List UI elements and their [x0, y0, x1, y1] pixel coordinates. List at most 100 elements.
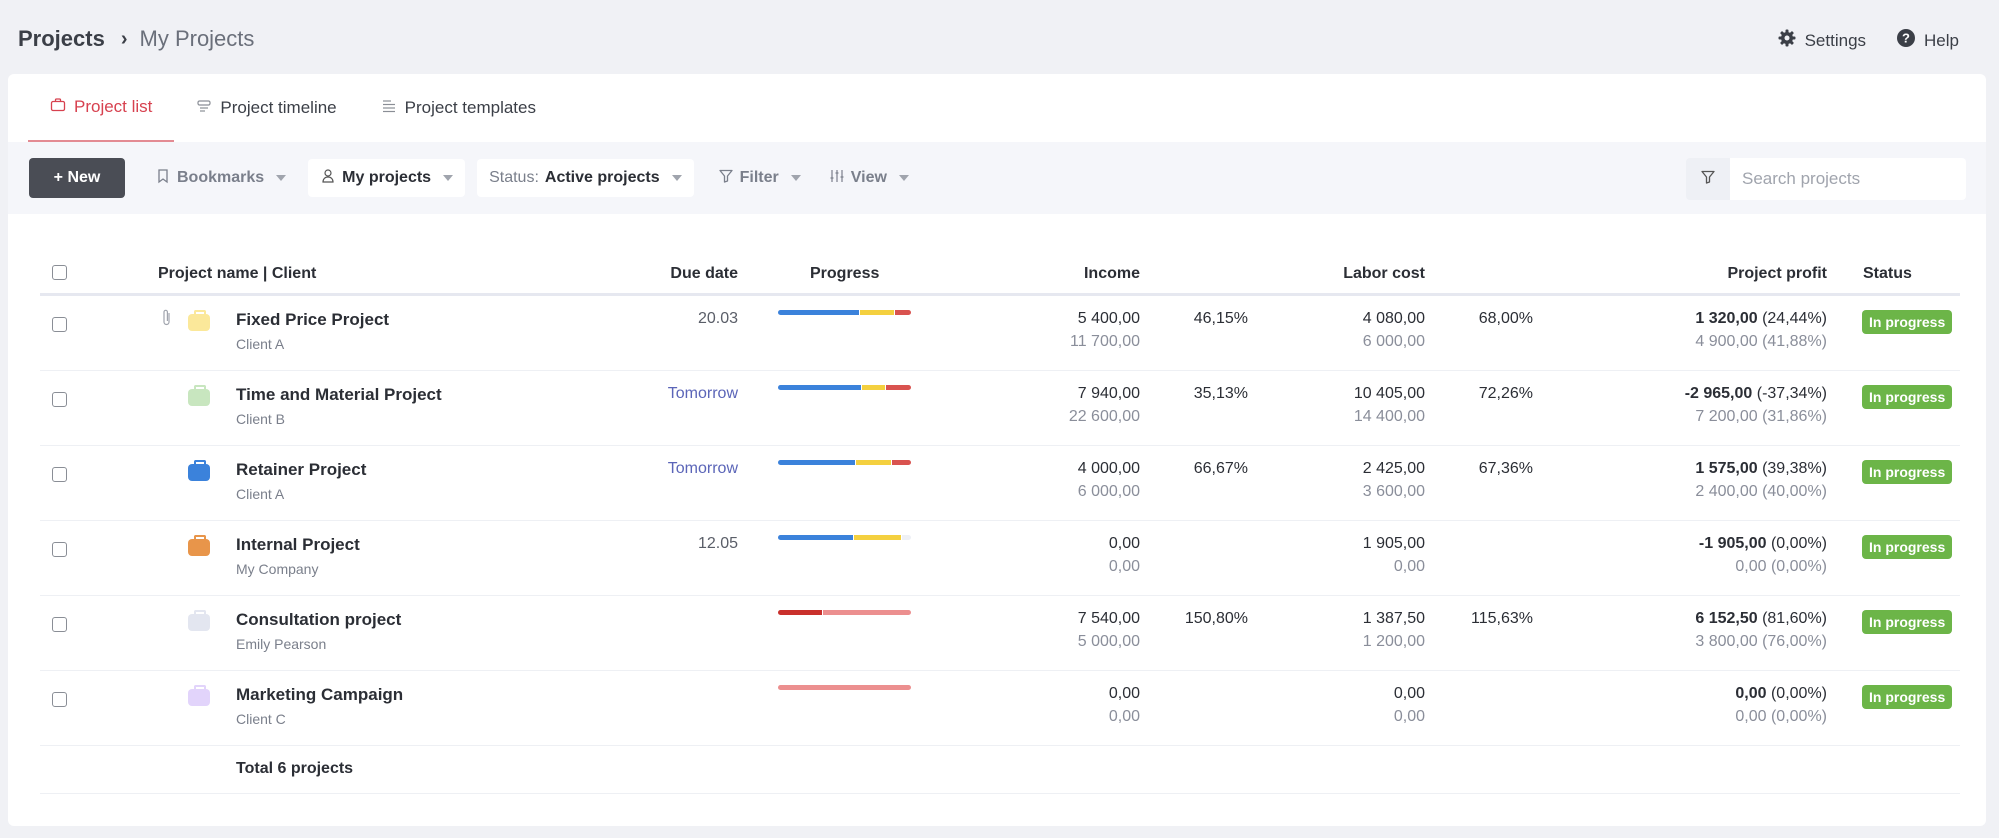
row-checkbox[interactable]: [52, 617, 67, 632]
chevron-down-icon: [276, 175, 287, 181]
chevron-down-icon: [443, 175, 454, 181]
filter-label: Filter: [739, 169, 779, 186]
bookmarks-dropdown[interactable]: Bookmarks: [155, 168, 287, 189]
progress-segment: [778, 685, 911, 690]
profit-actual: -1 905,00: [1698, 535, 1767, 552]
settings-label: Settings: [1804, 30, 1867, 50]
profit-actual: 0,00: [1735, 685, 1767, 702]
status-badge[interactable]: In progress: [1862, 685, 1953, 709]
income-actual: 4 000,00: [1077, 460, 1140, 477]
labor-percent: 115,63%: [1471, 610, 1533, 627]
project-name[interactable]: Fixed Price Project: [236, 310, 389, 330]
search-filter-button[interactable]: [1686, 158, 1730, 200]
project-name[interactable]: Time and Material Project: [236, 385, 442, 405]
bookmarks-label: Bookmarks: [177, 169, 265, 186]
toolbar: + New Bookmarks My projects Status: Acti…: [8, 142, 1986, 214]
progress-segment: [778, 310, 859, 315]
client-name: Emily Pearson: [236, 636, 327, 652]
row-checkbox[interactable]: [52, 542, 67, 557]
income-actual: 5 400,00: [1077, 310, 1140, 327]
tab-label: Project list: [74, 97, 153, 116]
column-header-status[interactable]: Status: [1863, 265, 1912, 283]
income-actual: 7 540,00: [1077, 610, 1140, 627]
settings-button[interactable]: Settings: [1777, 28, 1866, 53]
filter-dropdown[interactable]: Filter: [718, 168, 801, 189]
status-badge[interactable]: In progress: [1862, 310, 1953, 334]
column-header-profit[interactable]: Project profit: [1727, 265, 1827, 283]
labor-percent: 68,00%: [1478, 310, 1533, 327]
income-percent: 66,67%: [1193, 460, 1248, 477]
due-date: 12.05: [697, 535, 738, 552]
status-badge[interactable]: In progress: [1862, 610, 1953, 634]
row-checkbox[interactable]: [52, 317, 67, 332]
row-checkbox[interactable]: [52, 392, 67, 407]
income-budget: 11 700,00: [1070, 333, 1140, 350]
profit-budget: 2 400,00 (40,00%): [1695, 483, 1827, 500]
labor-budget: 14 400,00: [1353, 408, 1425, 425]
row-checkbox[interactable]: [52, 692, 67, 707]
column-header-due[interactable]: Due date: [670, 265, 738, 283]
view-dropdown[interactable]: View: [829, 168, 909, 189]
total-row: Total 6 projects: [40, 746, 1960, 794]
table-row[interactable]: Consultation project Emily Pearson 7 540,0…: [40, 596, 1960, 671]
profit-percent: (39,38%): [1762, 460, 1827, 477]
search-input[interactable]: [1730, 158, 1966, 200]
progress-segment: [854, 535, 901, 540]
tab-label: Project timeline: [220, 98, 337, 117]
status-badge[interactable]: In progress: [1862, 535, 1953, 559]
column-header-income[interactable]: Income: [1084, 265, 1140, 283]
labor-percent: 67,36%: [1478, 460, 1533, 477]
status-filter-prefix: Status:: [489, 169, 539, 186]
table-row[interactable]: Internal Project My Company 12.05 0,00 0,00 1…: [40, 521, 1960, 596]
progress-segment: [778, 535, 854, 540]
chevron-down-icon: [790, 175, 801, 181]
progress-segment: [901, 535, 911, 540]
progress-segment: [778, 610, 822, 615]
help-icon: ?: [1896, 28, 1916, 53]
profit-actual: 1 320,00: [1695, 310, 1758, 327]
labor-actual: 4 080,00: [1362, 310, 1425, 327]
table-row[interactable]: Fixed Price Project Client A 20.03 5 400,00…: [40, 296, 1960, 371]
project-name[interactable]: Consultation project: [236, 610, 401, 630]
column-header-labor[interactable]: Labor cost: [1343, 265, 1425, 283]
paperclip-icon: [160, 308, 174, 328]
breadcrumb-root[interactable]: Projects: [18, 26, 105, 52]
income-actual: 7 940,00: [1077, 385, 1140, 402]
income-budget: 0,00: [1108, 708, 1140, 725]
column-header-progress[interactable]: Progress: [810, 265, 879, 283]
profit-percent: (0,00%): [1770, 535, 1827, 552]
labor-budget: 0,00: [1393, 558, 1425, 575]
tab-project-list[interactable]: Project list: [28, 74, 175, 142]
owner-filter-dropdown[interactable]: My projects: [308, 159, 466, 197]
top-bar: Projects › My Projects Settings ? Help: [0, 0, 1999, 74]
income-actual: 0,00: [1108, 535, 1140, 552]
tab-project-timeline[interactable]: Project timeline: [174, 74, 358, 142]
help-button[interactable]: ? Help: [1896, 28, 1959, 53]
client-name: Client B: [236, 411, 286, 427]
tab-project-templates[interactable]: Project templates: [359, 74, 558, 142]
total-label: Total 6 projects: [236, 760, 354, 777]
labor-budget: 0,00: [1393, 708, 1425, 725]
status-filter-dropdown[interactable]: Status: Active projects: [477, 159, 694, 197]
client-name: Client A: [236, 336, 285, 352]
project-name[interactable]: Marketing Campaign: [236, 685, 403, 705]
table-row[interactable]: Time and Material Project Client B Tomorro…: [40, 371, 1960, 446]
status-badge[interactable]: In progress: [1862, 460, 1953, 484]
table-row[interactable]: Retainer Project Client A Tomorrow 4 000,00…: [40, 446, 1960, 521]
progress-bar: [778, 310, 911, 315]
income-budget: 0,00: [1108, 558, 1140, 575]
status-badge[interactable]: In progress: [1862, 385, 1953, 409]
table-row[interactable]: Marketing Campaign Client C 0,00 0,00 0,00 0,…: [40, 671, 1960, 746]
project-name[interactable]: Retainer Project: [236, 460, 366, 480]
row-checkbox[interactable]: [52, 467, 67, 482]
project-name[interactable]: Internal Project: [236, 535, 360, 555]
labor-percent: 72,26%: [1478, 385, 1533, 402]
breadcrumb-current: My Projects: [139, 26, 255, 51]
new-project-button[interactable]: + New: [29, 158, 125, 198]
list-icon: [381, 98, 397, 119]
income-budget: 6 000,00: [1077, 483, 1140, 500]
progress-segment: [885, 385, 911, 390]
select-all-checkbox[interactable]: [52, 265, 67, 280]
client-name: Client C: [236, 711, 286, 727]
column-header-name[interactable]: Project name | Client: [158, 265, 316, 283]
